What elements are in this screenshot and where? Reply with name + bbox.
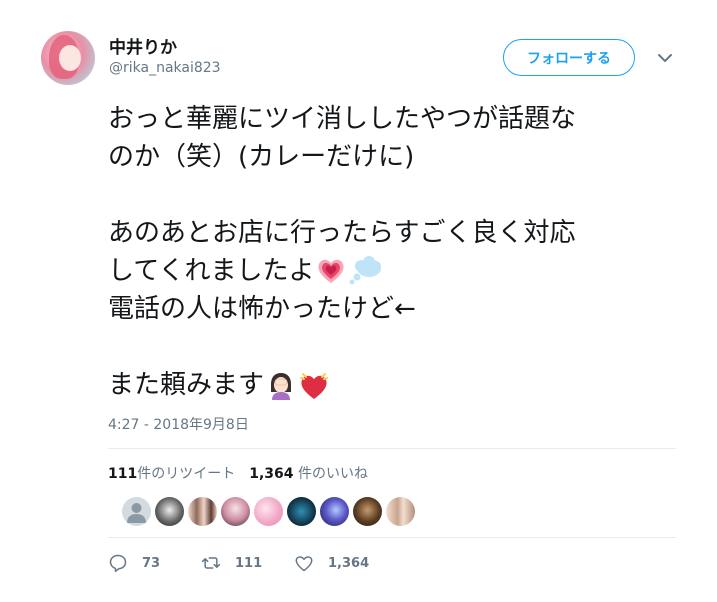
retweet-stat-label: 件のリツイート [137, 466, 236, 482]
retweet-icon [201, 557, 221, 569]
liker-avatar[interactable] [353, 497, 382, 526]
tweet-line: おっと華麗にツイ消ししたやつが話題な [108, 104, 577, 134]
avatar-face [59, 45, 81, 71]
liker-avatar[interactable] [386, 497, 415, 526]
heart-icon [295, 556, 313, 572]
liker-avatar[interactable] [188, 497, 217, 526]
tweet-timestamp[interactable]: 4:27 - 2018年9月8日 [108, 414, 249, 434]
reply-icon [109, 554, 127, 573]
tweet-line-text: してくれましたよ [108, 256, 315, 286]
like-stat-label: 件のいいね [297, 466, 368, 482]
tweet-stats: 111件のリツイート 1,364 件のいいね [108, 463, 368, 483]
follow-button[interactable]: フォローする [503, 39, 635, 76]
liker-avatar[interactable] [221, 497, 250, 526]
beating-heart-icon [298, 370, 329, 400]
tweet-line-with-emoji: また頼みます [108, 366, 683, 404]
tweet-line: あのあとお店に行ったらすごく良く対応 [108, 218, 576, 248]
facepalm-woman-icon [266, 370, 296, 400]
liker-avatar[interactable] [320, 497, 349, 526]
retweet-stat-count: 111 [108, 466, 138, 482]
likers-avatars [122, 497, 415, 526]
tweet-line-with-emoji: してくれましたよ [108, 252, 683, 290]
like-button[interactable]: 1,364 [294, 553, 369, 573]
liker-avatar[interactable] [155, 497, 184, 526]
like-stat[interactable]: 1,364 件のいいね [249, 463, 368, 483]
liker-avatar[interactable] [287, 497, 316, 526]
divider [108, 537, 676, 538]
user-handle[interactable]: @rika_nakai823 [109, 60, 221, 76]
chevron-down-icon[interactable] [655, 50, 675, 66]
liker-avatar[interactable] [254, 497, 283, 526]
tweet-line: 電話の人は怖かったけど← [108, 294, 416, 324]
user-display-name[interactable]: 中井りか [109, 33, 177, 58]
like-stat-count: 1,364 [249, 466, 294, 482]
avatar[interactable] [41, 31, 95, 85]
reply-count: 73 [142, 555, 161, 571]
tweet-line-text: また頼みます [108, 370, 265, 400]
growing-heart-icon [316, 256, 346, 286]
thought-balloon-icon [348, 256, 382, 286]
retweet-button[interactable]: 111 [201, 553, 294, 573]
like-count: 1,364 [328, 555, 370, 571]
liker-avatar[interactable] [122, 497, 151, 526]
reply-button[interactable]: 73 [108, 553, 201, 573]
divider [108, 448, 676, 449]
tweet-actions: 73 111 1,364 [108, 553, 369, 573]
retweet-stat[interactable]: 111件のリツイート [108, 463, 235, 483]
tweet-text: おっと華麗にツイ消ししたやつが話題な のか（笑）(カレーだけに) あのあとお店に… [108, 100, 683, 404]
tweet-line: のか（笑）(カレーだけに) [108, 142, 415, 172]
retweet-count: 111 [235, 555, 263, 571]
